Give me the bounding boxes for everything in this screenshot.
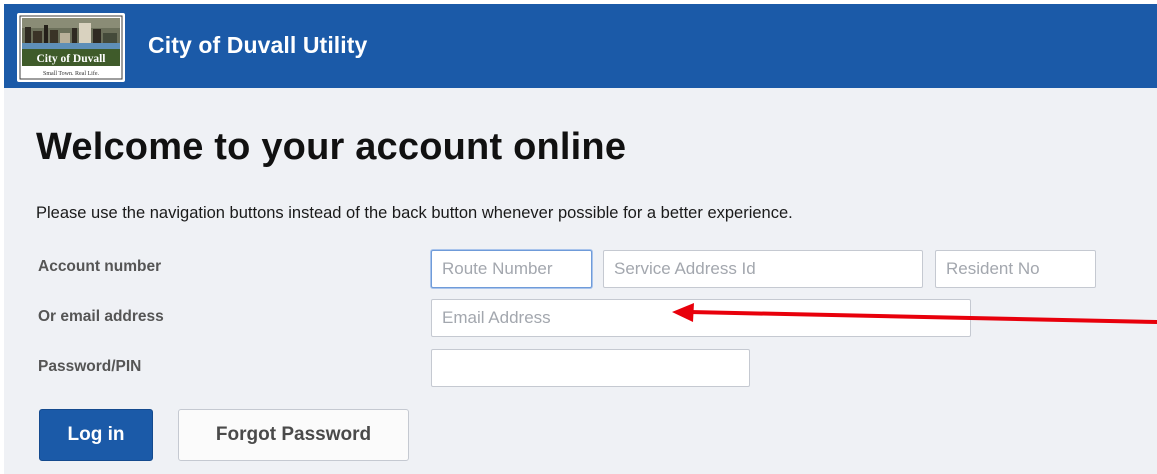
resident-number-input[interactable]	[935, 250, 1096, 288]
page: City of Duvall Small Town. Real Life. Ci…	[0, 0, 1157, 474]
app-title: City of Duvall Utility	[148, 32, 368, 58]
app-header: City of Duvall Small Town. Real Life. Ci…	[4, 4, 1157, 88]
route-number-input[interactable]	[431, 250, 592, 288]
city-logo-graphic: City of Duvall Small Town. Real Life.	[19, 15, 123, 80]
page-title: Welcome to your account online	[36, 126, 627, 168]
account-number-label: Account number	[38, 258, 162, 275]
logo-name-text: City of Duvall	[37, 53, 106, 65]
login-button[interactable]: Log in	[39, 409, 153, 461]
email-address-label: Or email address	[38, 308, 164, 325]
city-logo[interactable]: City of Duvall Small Town. Real Life.	[17, 13, 125, 82]
forgot-password-button[interactable]: Forgot Password	[178, 409, 409, 461]
email-address-input[interactable]	[431, 299, 971, 337]
login-panel: Welcome to your account online Please us…	[4, 88, 1157, 474]
service-address-id-input[interactable]	[603, 250, 923, 288]
password-label: Password/PIN	[38, 358, 142, 375]
password-input[interactable]	[431, 349, 750, 387]
logo-tagline-text: Small Town. Real Life.	[43, 70, 99, 77]
navigation-notice: Please use the navigation buttons instea…	[36, 204, 793, 222]
